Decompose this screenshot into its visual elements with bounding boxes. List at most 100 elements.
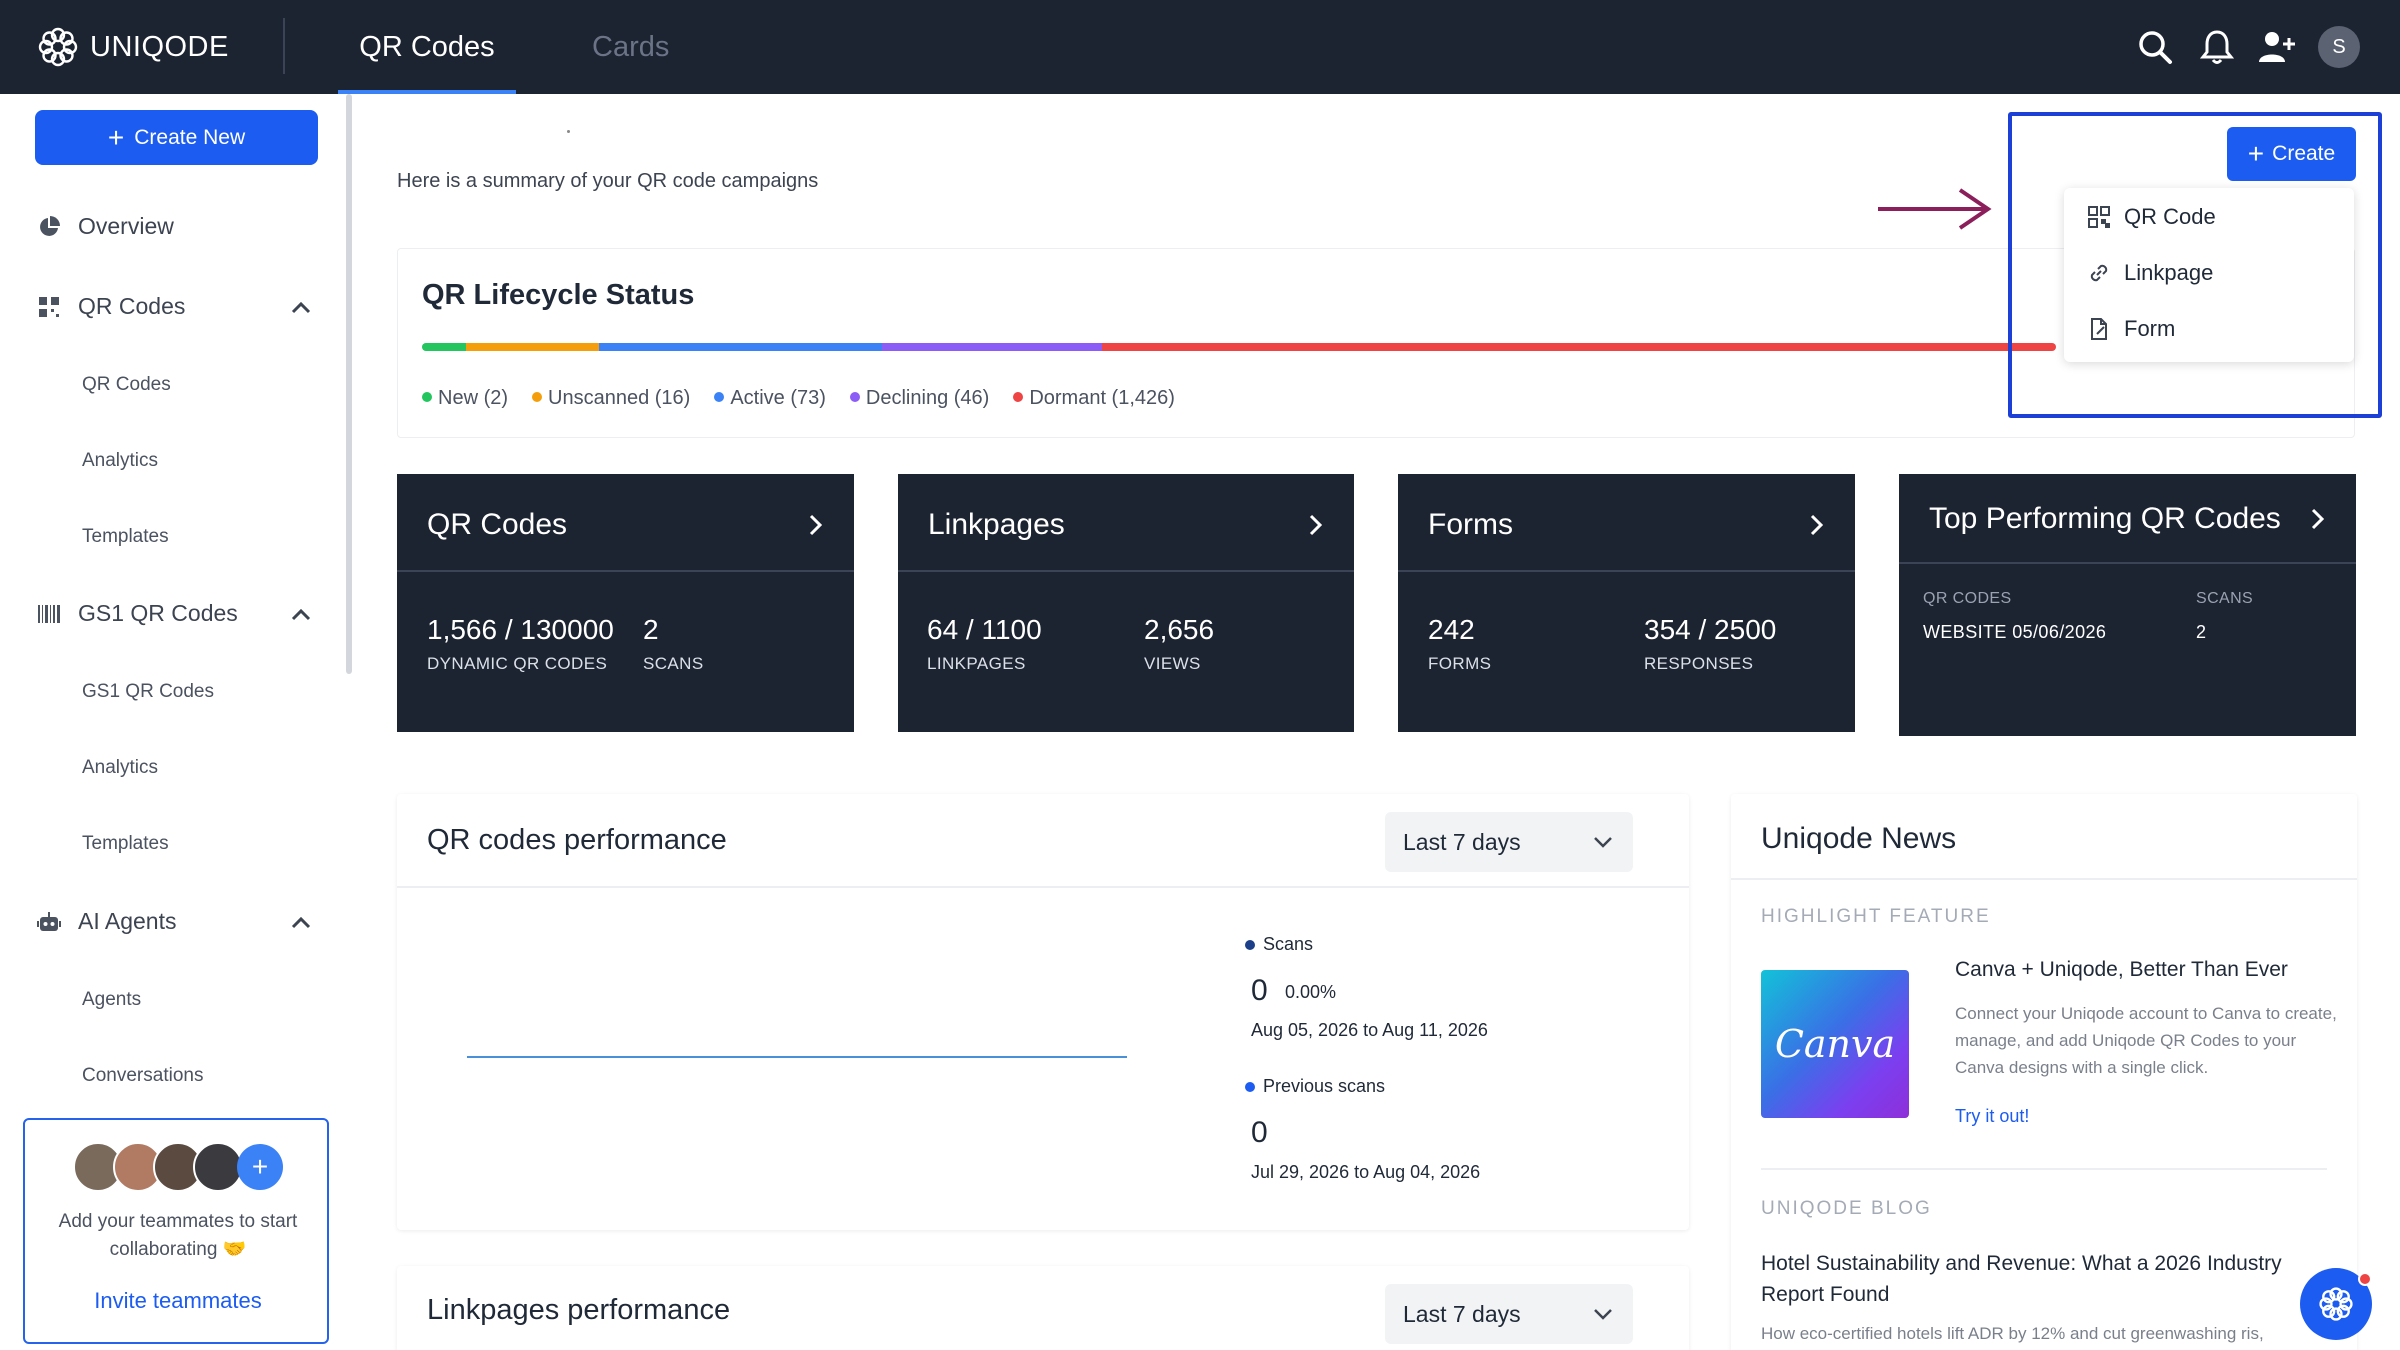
lifecycle-segment-new [422, 343, 466, 351]
uniqode-logo-icon [38, 27, 78, 67]
lifecycle-legend: New (2) Unscanned (16) Active (73) Decli… [422, 387, 1175, 410]
forms-card[interactable]: Forms 242 FORMS 354 / 2500 RESPONSES [1398, 474, 1855, 732]
menu-item-linkpage[interactable]: Linkpage [2086, 260, 2213, 286]
create-button[interactable]: + Create [2227, 127, 2356, 181]
qr-codes-column-header: QR CODES [1923, 590, 2012, 607]
legend-item-dormant: Dormant (1,426) [1013, 387, 1175, 410]
top-bar: UNIQODE QR Codes Cards S [0, 0, 2400, 94]
linkpages-card[interactable]: Linkpages 64 / 1100 LINKPAGES 2,656 VIEW… [898, 474, 1354, 732]
link-icon [2086, 260, 2112, 286]
news-headline[interactable]: Canva + Uniqode, Better Than Ever [1955, 958, 2288, 982]
tab-qr-codes[interactable]: QR Codes [338, 0, 516, 94]
sidebar-item-agents[interactable]: Agents [82, 989, 141, 1011]
sidebar-group-gs1-qr-codes[interactable]: GS1 QR Codes [36, 600, 238, 627]
menu-item-qr-code[interactable]: QR Code [2086, 204, 2216, 230]
lifecycle-segment-unscanned [466, 343, 599, 351]
lifecycle-segment-declining [882, 343, 1102, 351]
form-icon [2086, 316, 2112, 342]
create-dropdown-menu: QR Code Linkpage Form [2064, 188, 2354, 362]
topbar-divider [283, 18, 285, 74]
chevron-down-icon [1594, 837, 1612, 848]
chevron-up-icon[interactable] [288, 295, 314, 321]
bell-icon[interactable] [2194, 24, 2240, 70]
linkpages-label: LINKPAGES [927, 654, 1026, 673]
chevron-down-icon [1594, 1309, 1612, 1320]
brand-logo[interactable]: UNIQODE [36, 24, 229, 70]
linkpages-count: 64 / 1100 [927, 614, 1042, 645]
sidebar-item-gs1-templates[interactable]: Templates [82, 833, 169, 855]
blog-description: How eco-certified hotels lift ADR by 12%… [1761, 1324, 2264, 1343]
chevron-right-icon[interactable] [1803, 512, 1829, 538]
sidebar-scrollbar[interactable] [346, 94, 352, 674]
menu-item-label: QR Code [2124, 204, 2216, 229]
invite-description: Add your teammates to start collaboratin… [58, 1211, 298, 1260]
create-new-label: Create New [134, 125, 246, 149]
create-label: Create [2272, 142, 2336, 165]
top-qr-name[interactable]: WEBSITE 05/06/2026 [1923, 622, 2106, 643]
lifecycle-segment-active [599, 343, 882, 351]
forms-label: FORMS [1428, 654, 1492, 673]
dynamic-qr-label: DYNAMIC QR CODES [427, 654, 608, 673]
uniqode-news-panel: Uniqode News HIGHLIGHT FEATURE Canva Can… [1731, 794, 2357, 1350]
barcode-icon [36, 601, 62, 627]
sidebar-group-qr-codes[interactable]: QR Codes [36, 293, 185, 320]
sidebar-item-analytics[interactable]: Analytics [82, 450, 158, 472]
sidebar-item-qr-codes[interactable]: QR Codes [82, 374, 171, 396]
responses-count: 354 / 2500 [1644, 614, 1777, 645]
dynamic-qr-count: 1,566 / 130000 [427, 614, 614, 645]
qr-performance-panel: QR codes performance Last 7 days Scans 0… [397, 794, 1689, 1230]
sidebar-group-label: QR Codes [78, 293, 186, 319]
add-user-icon[interactable] [2254, 24, 2300, 70]
top-performing-card[interactable]: Top Performing QR Codes QR CODES SCANS W… [1899, 474, 2356, 736]
uniqode-blog-label: UNIQODE BLOG [1761, 1198, 1932, 1219]
avatar [193, 1142, 243, 1192]
create-new-button[interactable]: + Create New [35, 110, 318, 165]
invite-teammates-link[interactable]: Invite teammates [25, 1288, 331, 1314]
blog-title[interactable]: Hotel Sustainability and Revenue: What a… [1761, 1248, 2331, 1310]
sidebar-group-label: AI Agents [78, 908, 177, 934]
qr-codes-card[interactable]: QR Codes 1,566 / 130000 DYNAMIC QR CODES… [397, 474, 854, 732]
sidebar-item-gs1-qr-codes[interactable]: GS1 QR Codes [82, 681, 214, 703]
chevron-right-icon[interactable] [2304, 506, 2330, 532]
panel-title: QR codes performance [427, 824, 727, 856]
sidebar-group-ai-agents[interactable]: AI Agents [36, 908, 176, 935]
menu-item-label: Form [2124, 316, 2176, 341]
sidebar-item-overview[interactable]: Overview [36, 213, 174, 240]
date-range-select[interactable]: Last 7 days [1385, 812, 1633, 872]
panel-title: Uniqode News [1761, 822, 1957, 855]
menu-item-form[interactable]: Form [2086, 316, 2175, 342]
chevron-right-icon[interactable] [802, 512, 828, 538]
legend-item-new: New (2) [422, 387, 508, 410]
sidebar-item-conversations[interactable]: Conversations [82, 1065, 203, 1087]
sidebar-item-label: Overview [78, 213, 174, 239]
qr-grid-icon [36, 294, 62, 320]
sidebar-group-label: GS1 QR Codes [78, 600, 238, 626]
previous-scans-legend: Previous scans [1245, 1076, 1385, 1097]
chevron-right-icon[interactable] [1302, 512, 1328, 538]
card-divider [1398, 570, 1855, 572]
team-avatars: + [73, 1142, 283, 1192]
plus-icon: + [2247, 138, 2265, 169]
user-avatar[interactable]: S [2318, 26, 2360, 68]
qr-code-icon [2086, 204, 2112, 230]
sidebar-item-gs1-analytics[interactable]: Analytics [82, 757, 158, 779]
linkpages-performance-panel: Linkpages performance Last 7 days [397, 1266, 1689, 1350]
summary-text: Here is a summary of your QR code campai… [397, 170, 819, 192]
search-icon[interactable] [2132, 24, 2178, 70]
chevron-up-icon[interactable] [288, 910, 314, 936]
card-divider [1899, 562, 2356, 564]
pie-chart-icon [36, 214, 62, 240]
robot-icon [36, 909, 62, 935]
highlight-feature-label: HIGHLIGHT FEATURE [1761, 906, 1991, 927]
views-count: 2,656 [1144, 614, 1215, 645]
add-teammate-icon[interactable]: + [237, 1144, 283, 1190]
sidebar-item-templates[interactable]: Templates [82, 526, 169, 548]
date-range-select[interactable]: Last 7 days [1385, 1284, 1633, 1344]
tab-cards[interactable]: Cards [592, 0, 669, 94]
lifecycle-bar [422, 343, 2056, 351]
canva-thumbnail[interactable]: Canva [1761, 970, 1909, 1118]
try-it-out-link[interactable]: Try it out! [1955, 1106, 2029, 1127]
scans-percent: 0.00% [1285, 982, 1337, 1002]
legend-item-unscanned: Unscanned (16) [532, 387, 690, 410]
chevron-up-icon[interactable] [288, 602, 314, 628]
